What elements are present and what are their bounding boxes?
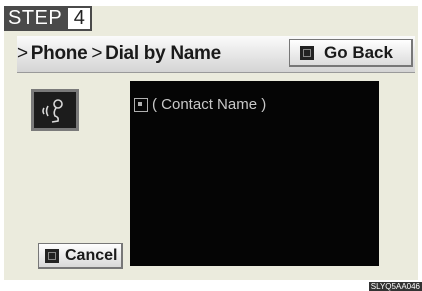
go-back-label: Go Back (324, 42, 393, 62)
list-item[interactable]: ( Contact Name ) (134, 96, 266, 113)
breadcrumb-separator: > (17, 43, 28, 64)
step-label: STEP 4 (4, 6, 93, 31)
step-word: STEP (4, 6, 67, 31)
screen: STEP 4 > Phone > Dial by Name Go Back ( … (4, 6, 418, 280)
breadcrumb-phone: Phone (30, 43, 88, 64)
cancel-label: Cancel (65, 246, 118, 264)
breadcrumb-separator: > (91, 43, 103, 64)
header-bar: > Phone > Dial by Name Go Back (17, 36, 415, 73)
breadcrumb-dial-by-name: Dial by Name (105, 43, 221, 64)
voice-talk-icon (42, 99, 63, 123)
voice-talk-button[interactable] (31, 89, 79, 131)
step-number: 4 (66, 6, 93, 31)
cancel-button[interactable]: Cancel (38, 243, 123, 269)
go-back-button[interactable]: Go Back (289, 39, 413, 67)
contact-list: ( Contact Name ) (130, 81, 379, 266)
contact-icon (134, 97, 148, 112)
reference-code: SLYQ5AA046 (368, 282, 422, 291)
voice-command-icon (300, 45, 314, 60)
breadcrumb: > Phone > Dial by Name (17, 40, 221, 68)
voice-command-icon (45, 248, 59, 263)
contact-name-label: ( Contact Name ) (152, 96, 267, 113)
